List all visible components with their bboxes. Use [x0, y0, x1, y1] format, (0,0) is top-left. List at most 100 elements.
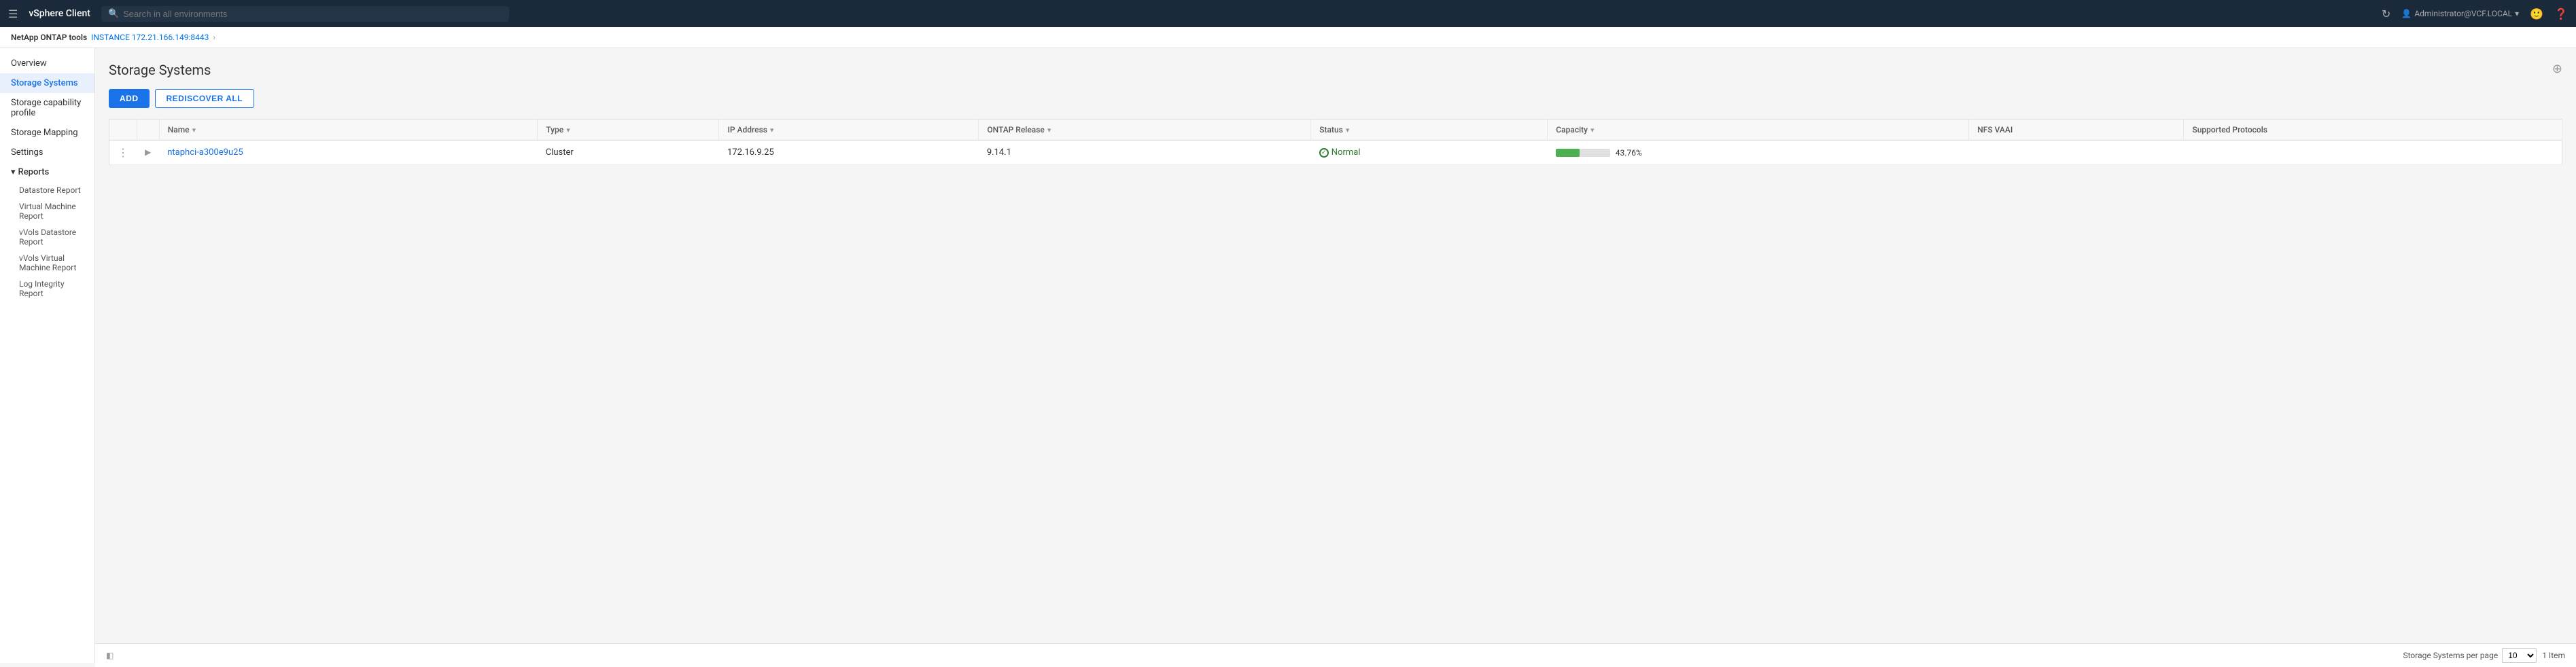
- collapse-panel-icon[interactable]: ◧: [106, 651, 114, 660]
- th-ip-address[interactable]: IP Address ▾: [719, 120, 979, 141]
- th-ontap-filter-icon[interactable]: ▾: [1047, 126, 1051, 134]
- topbar-right: ↻ 👤 Administrator@VCF.LOCAL ▾ 🙂 ❓: [2382, 7, 2568, 20]
- search-bar[interactable]: 🔍: [101, 6, 509, 22]
- th-capacity-filter-icon[interactable]: ▾: [1590, 126, 1595, 134]
- th-name-label: Name: [168, 125, 190, 134]
- main-layout: Overview Storage Systems Storage capabil…: [0, 48, 2576, 663]
- th-ontap-label: ONTAP Release: [987, 125, 1045, 134]
- th-status[interactable]: Status ▾: [1311, 120, 1548, 141]
- footer-left: ◧: [106, 651, 114, 660]
- add-button[interactable]: ADD: [109, 89, 150, 108]
- app-brand: vSphere Client: [29, 8, 90, 19]
- sidebar-item-storage-capability-profile[interactable]: Storage capability profile: [0, 93, 94, 123]
- th-actions: [109, 120, 137, 141]
- footer-right: Storage Systems per page 10 25 50 100 1 …: [2403, 648, 2565, 663]
- row-capacity-cell: 43.76%: [1548, 141, 1969, 165]
- refresh-icon[interactable]: ↻: [2382, 7, 2390, 20]
- th-ip-label: IP Address: [727, 125, 767, 134]
- row-nfs-vaai-cell: [1969, 141, 2184, 165]
- help-icon[interactable]: ❓: [2554, 7, 2568, 20]
- content-area: Storage Systems ADD REDISCOVER ALL Name …: [95, 48, 2576, 663]
- table-footer: ◧ Storage Systems per page 10 25 50 100 …: [95, 643, 2576, 667]
- reports-chevron-icon: ▾: [11, 167, 16, 177]
- page-help-icon[interactable]: ⊕: [2552, 62, 2562, 76]
- sidebar-item-storage-mapping[interactable]: Storage Mapping: [0, 123, 94, 143]
- footer-per-page: Storage Systems per page 10 25 50 100: [2403, 648, 2537, 663]
- account-icon[interactable]: 🙂: [2530, 7, 2543, 20]
- row-status-value: Normal: [1331, 147, 1361, 158]
- th-expand: [137, 120, 159, 141]
- topbar: ☰ vSphere Client 🔍 ↻ 👤 Administrator@VCF…: [0, 0, 2576, 27]
- item-count-label: 1 Item: [2542, 651, 2565, 660]
- sidebar-item-vvols-vm-report[interactable]: vVols Virtual Machine Report: [0, 250, 94, 276]
- th-type-filter-icon[interactable]: ▾: [566, 126, 570, 134]
- breadcrumb: NetApp ONTAP tools INSTANCE 172.21.166.1…: [0, 27, 2576, 48]
- hamburger-icon[interactable]: ☰: [8, 7, 18, 20]
- row-actions-icon[interactable]: ⋮: [118, 146, 128, 159]
- storage-systems-table: Name ▾ Type ▾ IP Address ▾: [109, 119, 2562, 165]
- sidebar-reports-header[interactable]: ▾ Reports: [0, 162, 94, 182]
- capacity-bar-background: [1556, 149, 1610, 157]
- search-input[interactable]: [123, 9, 502, 19]
- search-icon: 🔍: [108, 9, 119, 19]
- sidebar-label-storage-capability-profile: Storage capability profile: [11, 98, 84, 118]
- row-type-cell: Cluster: [538, 141, 719, 165]
- sidebar-item-vm-report[interactable]: Virtual Machine Report: [0, 198, 94, 224]
- sidebar-reports-label: Reports: [18, 167, 50, 177]
- page-title: Storage Systems: [109, 62, 2562, 78]
- breadcrumb-chevron-icon: ›: [213, 33, 215, 42]
- breadcrumb-brand: NetApp ONTAP tools: [11, 33, 87, 42]
- row-expand-icon[interactable]: ▶: [145, 147, 151, 157]
- sidebar-label-storage-mapping: Storage Mapping: [11, 128, 78, 138]
- per-page-select[interactable]: 10 25 50 100: [2502, 648, 2537, 663]
- th-supported-protocols: Supported Protocols: [2184, 120, 2562, 141]
- table-header-row: Name ▾ Type ▾ IP Address ▾: [109, 120, 2562, 141]
- th-type-label: Type: [546, 125, 563, 134]
- sidebar-item-overview[interactable]: Overview: [0, 54, 94, 73]
- toolbar: ADD REDISCOVER ALL: [109, 89, 2562, 108]
- sidebar-item-storage-systems[interactable]: Storage Systems: [0, 73, 94, 93]
- user-icon: 👤: [2401, 9, 2412, 18]
- row-actions-cell: ⋮: [109, 141, 137, 165]
- th-capacity-label: Capacity: [1556, 125, 1588, 134]
- breadcrumb-instance[interactable]: INSTANCE 172.21.166.149:8443: [91, 33, 209, 42]
- capacity-percent-label: 43.76%: [1616, 148, 1642, 158]
- status-normal: ✓ Normal: [1319, 147, 1539, 158]
- rediscover-button[interactable]: REDISCOVER ALL: [155, 89, 255, 108]
- row-ip-cell: 172.16.9.25: [719, 141, 979, 165]
- user-menu[interactable]: 👤 Administrator@VCF.LOCAL ▾: [2401, 9, 2519, 18]
- th-name-filter-icon[interactable]: ▾: [192, 126, 196, 134]
- th-capacity[interactable]: Capacity ▾: [1548, 120, 1969, 141]
- th-name[interactable]: Name ▾: [159, 120, 538, 141]
- sidebar-label-storage-systems: Storage Systems: [11, 78, 78, 88]
- th-status-filter-icon[interactable]: ▾: [1346, 126, 1350, 134]
- user-chevron-icon: ▾: [2515, 9, 2519, 18]
- th-ontap-release[interactable]: ONTAP Release ▾: [979, 120, 1311, 141]
- sidebar-item-datastore-report[interactable]: Datastore Report: [0, 182, 94, 198]
- sidebar-item-log-integrity-report[interactable]: Log Integrity Report: [0, 276, 94, 302]
- th-status-label: Status: [1319, 125, 1343, 134]
- row-supported-protocols-cell: [2184, 141, 2562, 165]
- row-type-value: Cluster: [546, 147, 574, 158]
- th-type[interactable]: Type ▾: [538, 120, 719, 141]
- user-label: Administrator@VCF.LOCAL: [2414, 9, 2512, 18]
- sidebar-label-settings: Settings: [11, 147, 43, 158]
- row-expand-cell: ▶: [137, 141, 159, 165]
- sidebar-label-overview: Overview: [11, 58, 47, 69]
- capacity-bar-container: 43.76%: [1556, 148, 1961, 158]
- row-ontap-cell: 9.14.1: [979, 141, 1311, 165]
- row-status-cell: ✓ Normal: [1311, 141, 1548, 165]
- th-ip-filter-icon[interactable]: ▾: [770, 126, 774, 134]
- row-ip-value: 172.16.9.25: [727, 147, 774, 158]
- th-nfs-vaai-label: NFS VAAI: [1977, 125, 2013, 134]
- th-nfs-vaai: NFS VAAI: [1969, 120, 2184, 141]
- capacity-bar-fill: [1556, 149, 1580, 157]
- sidebar-item-settings[interactable]: Settings: [0, 143, 94, 162]
- row-name-link[interactable]: ntaphci-a300e9u25: [167, 147, 243, 158]
- sidebar: Overview Storage Systems Storage capabil…: [0, 48, 95, 663]
- per-page-label: Storage Systems per page: [2403, 651, 2498, 660]
- th-supported-protocols-label: Supported Protocols: [2192, 125, 2267, 134]
- sidebar-item-vvols-datastore-report[interactable]: vVols Datastore Report: [0, 224, 94, 250]
- status-dot-icon: ✓: [1319, 148, 1329, 158]
- row-name-cell: ntaphci-a300e9u25: [159, 141, 538, 165]
